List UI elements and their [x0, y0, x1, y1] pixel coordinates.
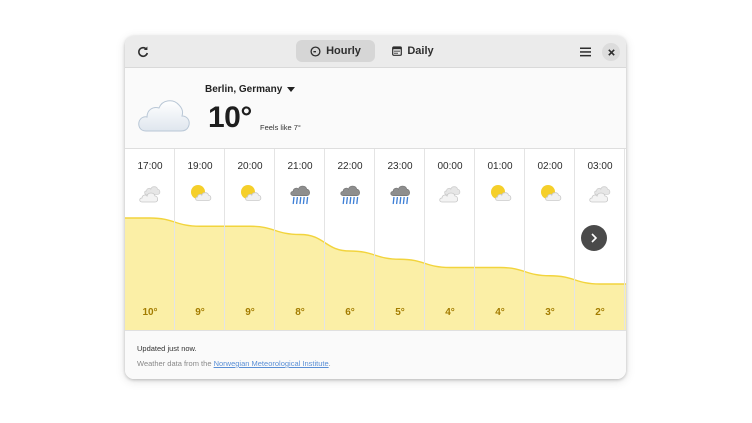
- cloudy-icon: [439, 186, 461, 203]
- hour-time: 22:00: [337, 161, 363, 172]
- hour-temperature: 4°: [445, 307, 455, 318]
- updated-status: Updated just now.: [137, 344, 197, 353]
- hour-time: 01:00: [487, 161, 513, 172]
- scroll-next-button[interactable]: [581, 225, 607, 251]
- close-icon: [607, 48, 615, 56]
- calendar-icon: [392, 46, 403, 56]
- cloudy-icon: [589, 186, 611, 203]
- view-switcher: Hourly Daily: [296, 40, 451, 62]
- hour-column: 01:00 4°: [475, 149, 525, 330]
- source-suffix: .: [328, 359, 331, 368]
- hour-temperature: 4°: [495, 307, 505, 318]
- hour-time: 20:00: [237, 161, 263, 172]
- current-conditions: Berlin, Germany 10° Feels like 7°: [125, 68, 626, 149]
- hour-time: 19:00: [187, 161, 213, 172]
- partly-sunny-icon: [541, 185, 562, 201]
- hour-time: 21:00: [287, 161, 313, 172]
- data-source: Weather data from the Norwegian Meteorol…: [137, 359, 331, 368]
- partly-sunny-icon: [491, 185, 512, 201]
- hourly-forecast: 17:00 10° 19:00 9° 20:00 9° 21:00 8° 22:00 6° 23:0…: [125, 149, 626, 330]
- source-prefix: Weather data from the: [137, 359, 214, 368]
- hour-time: 03:00: [587, 161, 613, 172]
- rain-icon: [340, 185, 360, 205]
- hour-temperature: 10°: [142, 307, 158, 318]
- hour-temperature: 5°: [395, 307, 405, 318]
- location-selector[interactable]: Berlin, Germany: [205, 84, 296, 95]
- hour-time: 00:00: [437, 161, 463, 172]
- rain-icon: [290, 185, 310, 205]
- hour-temperature: 2°: [595, 307, 605, 318]
- partly-sunny-icon: [241, 185, 262, 201]
- hour-temperature: 9°: [195, 307, 205, 318]
- cloud-icon: [138, 100, 190, 132]
- cloudy-icon: [139, 186, 161, 203]
- chevron-right-icon: [591, 233, 598, 243]
- hour-temperature: 9°: [245, 307, 255, 318]
- current-temperature: 10°: [208, 101, 252, 134]
- main-menu-button[interactable]: [573, 40, 597, 64]
- tab-daily-label: Daily: [407, 45, 434, 57]
- hour-time: 17:00: [137, 161, 163, 172]
- rain-icon: [390, 185, 410, 205]
- tab-hourly-label: Hourly: [326, 45, 361, 57]
- hour-column: 19:00 9°: [175, 149, 225, 330]
- location-name: Berlin, Germany: [205, 84, 283, 95]
- partly-sunny-icon: [191, 185, 212, 201]
- clock-icon: [310, 45, 321, 57]
- hour-temperature: 3°: [545, 307, 555, 318]
- hour-column: 22:00 6°: [325, 149, 375, 330]
- source-link[interactable]: Norwegian Meteorological Institute: [214, 359, 329, 368]
- hour-column: 23:00 5°: [375, 149, 425, 330]
- refresh-icon: [138, 46, 149, 57]
- header-bar: Hourly Daily: [125, 36, 626, 68]
- hour-temperature: 6°: [345, 307, 355, 318]
- hamburger-menu-icon: [579, 47, 591, 57]
- hour-column: 00:00 4°: [425, 149, 475, 330]
- refresh-button[interactable]: [131, 40, 155, 64]
- hour-column: 17:00 10°: [125, 149, 175, 330]
- hour-column: 21:00 8°: [275, 149, 325, 330]
- hour-time: 02:00: [537, 161, 563, 172]
- footer: Updated just now. Weather data from the …: [125, 330, 626, 379]
- hour-column: 02:00 3°: [525, 149, 575, 330]
- app-window: Hourly Daily Berlin, Germany 10° Feels l…: [125, 36, 626, 379]
- hour-temperature: 8°: [295, 307, 305, 318]
- tab-hourly[interactable]: Hourly: [296, 40, 375, 62]
- hour-column: 20:00 9°: [225, 149, 275, 330]
- dropdown-arrow-icon: [287, 87, 296, 92]
- hour-time: 23:00: [387, 161, 413, 172]
- tab-daily[interactable]: Daily: [375, 40, 451, 62]
- close-button[interactable]: [602, 43, 620, 61]
- feels-like: Feels like 7°: [260, 123, 301, 132]
